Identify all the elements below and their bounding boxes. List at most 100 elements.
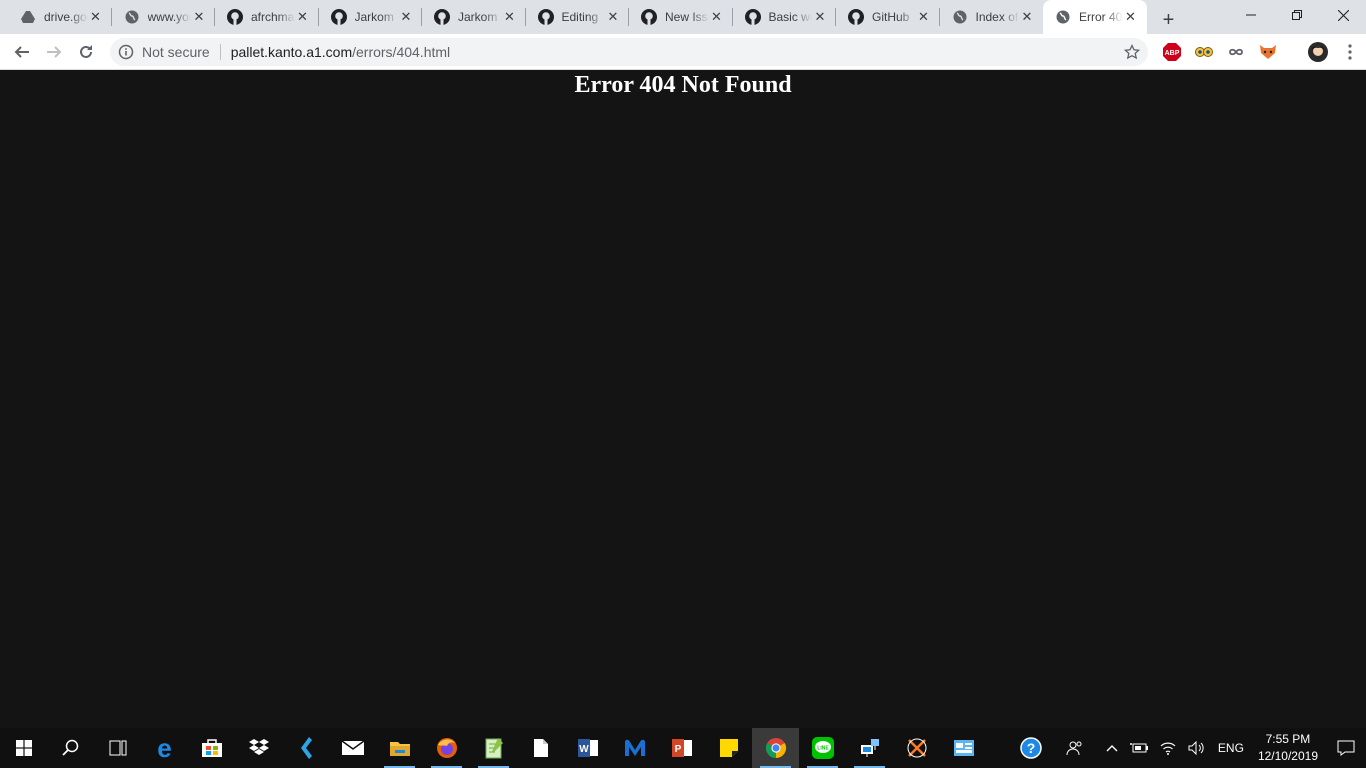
github-icon — [434, 9, 450, 25]
restore-button[interactable] — [1274, 0, 1320, 30]
people-icon[interactable] — [1060, 728, 1090, 768]
store-icon[interactable] — [188, 728, 235, 768]
edge-icon[interactable]: e — [141, 728, 188, 768]
clock[interactable]: 7:55 PM 12/10/2019 — [1250, 731, 1326, 765]
address-bar[interactable]: Not secure pallet.kanto.a1.com/errors/40… — [110, 38, 1148, 66]
malwarebytes-icon[interactable] — [611, 728, 658, 768]
tab-title: Index of — [975, 10, 1019, 24]
github-icon — [848, 9, 864, 25]
info-icon — [118, 44, 134, 60]
chrome-icon[interactable] — [752, 728, 799, 768]
firefox-icon[interactable] — [423, 728, 470, 768]
mail-icon[interactable] — [329, 728, 376, 768]
eyes-icon[interactable] — [1192, 40, 1216, 64]
dropbox-icon[interactable] — [235, 728, 282, 768]
line-icon[interactable]: LINE — [799, 728, 846, 768]
svg-text:?: ? — [1027, 740, 1036, 756]
chevron-up-icon[interactable] — [1100, 728, 1124, 768]
security-indicator[interactable]: Not secure — [118, 44, 210, 60]
close-icon[interactable]: ✕ — [709, 9, 725, 25]
globe-icon — [124, 9, 140, 25]
infinity-icon[interactable] — [1224, 40, 1248, 64]
profile-avatar[interactable] — [1306, 40, 1330, 64]
notepadpp-icon[interactable] — [470, 728, 517, 768]
vscode-icon[interactable] — [282, 728, 329, 768]
security-label: Not secure — [142, 44, 210, 60]
file-icon[interactable] — [517, 728, 564, 768]
github-icon — [744, 9, 761, 25]
start-icon[interactable] — [0, 728, 47, 768]
wifi-icon[interactable] — [1154, 728, 1182, 768]
clock-time: 7:55 PM — [1265, 732, 1311, 746]
close-icon[interactable]: ✕ — [812, 9, 828, 25]
close-icon[interactable]: ✕ — [605, 9, 621, 25]
tab-github-jarkom-2[interactable]: Jarkom ✕ — [422, 0, 526, 34]
reload-button[interactable] — [70, 36, 102, 68]
language-indicator[interactable]: ENG — [1212, 728, 1250, 768]
notification-icon[interactable] — [1326, 728, 1366, 768]
tab-github-basic-web[interactable]: Basic web ✕ — [733, 0, 837, 34]
close-icon[interactable]: ✕ — [502, 9, 518, 25]
window-controls — [1228, 0, 1366, 30]
tab-title: Editing — [561, 10, 599, 24]
control-panel-icon[interactable] — [940, 728, 987, 768]
url-path: /errors/404.html — [352, 44, 451, 60]
tab-title: www.youtube.com — [147, 10, 192, 24]
svg-text:ABP: ABP — [1165, 50, 1180, 57]
task-view-icon[interactable] — [94, 728, 141, 768]
fox-icon[interactable] — [1256, 40, 1280, 64]
forward-button[interactable] — [38, 36, 70, 68]
close-icon[interactable]: ✕ — [191, 9, 207, 25]
github-icon — [227, 9, 243, 25]
close-icon[interactable]: ✕ — [916, 9, 932, 25]
close-icon[interactable]: ✕ — [295, 9, 311, 25]
system-tray: ? ENG 7:55 PM 12/10/2019 — [1014, 728, 1366, 768]
xampp-icon[interactable] — [893, 728, 940, 768]
tab-github-editing[interactable]: Editing ✕ — [526, 0, 630, 34]
tab-title: Error 404 — [1079, 10, 1123, 24]
tab-title: drive.google.com — [44, 10, 88, 24]
google-drive-icon — [20, 9, 36, 25]
battery-icon[interactable] — [1124, 728, 1154, 768]
close-icon[interactable]: ✕ — [398, 9, 414, 25]
close-icon[interactable]: ✕ — [1019, 9, 1035, 25]
tab-github-new-issue[interactable]: New Issue ✕ — [629, 0, 733, 34]
svg-text:LINE: LINE — [817, 746, 829, 752]
extensions-area: ABP — [1160, 34, 1362, 70]
bookmark-star-icon[interactable] — [1123, 43, 1141, 65]
back-button[interactable] — [6, 36, 38, 68]
tab-title: GitHub — [872, 10, 910, 24]
new-tab-button[interactable]: + — [1155, 6, 1183, 34]
volume-icon[interactable] — [1182, 728, 1212, 768]
tab-youtube[interactable]: www.youtube.com ✕ — [112, 0, 216, 34]
tab-title: Jarkom — [458, 10, 498, 24]
page-heading: Error 404 Not Found — [574, 72, 792, 98]
file-explorer-icon[interactable] — [376, 728, 423, 768]
tab-title: afrchmad — [251, 10, 295, 24]
network-app-icon[interactable] — [846, 728, 893, 768]
word-icon[interactable]: W — [564, 728, 611, 768]
close-icon[interactable]: ✕ — [88, 9, 104, 25]
tab-github-afrchmad[interactable]: afrchmad ✕ — [215, 0, 319, 34]
menu-kebab-icon[interactable] — [1338, 40, 1362, 64]
close-icon[interactable]: ✕ — [1123, 9, 1139, 25]
abp-icon[interactable]: ABP — [1160, 40, 1184, 64]
minimize-button[interactable] — [1228, 0, 1274, 30]
tab-index-of[interactable]: Index of ✕ — [940, 0, 1044, 34]
tab-github[interactable]: GitHub ✕ — [836, 0, 940, 34]
tab-github-jarkom-1[interactable]: Jarkom ✕ — [319, 0, 423, 34]
help-icon[interactable]: ? — [1014, 728, 1048, 768]
github-icon — [330, 9, 347, 25]
clock-date: 12/10/2019 — [1257, 749, 1318, 763]
sticky-notes-icon[interactable] — [705, 728, 752, 768]
tab-drive[interactable]: drive.google.com ✕ — [8, 0, 112, 34]
globe-icon — [952, 9, 968, 25]
arrow-right-icon — [47, 45, 62, 58]
close-window-button[interactable] — [1320, 0, 1366, 30]
tab-error-404[interactable]: Error 404 ✕ — [1043, 0, 1147, 34]
globe-icon — [1055, 9, 1071, 25]
search-icon[interactable] — [47, 728, 94, 768]
github-icon — [641, 9, 657, 25]
tabs: drive.google.com ✕ www.youtube.com ✕ afr… — [0, 0, 1147, 34]
powerpoint-icon[interactable]: P — [658, 728, 705, 768]
